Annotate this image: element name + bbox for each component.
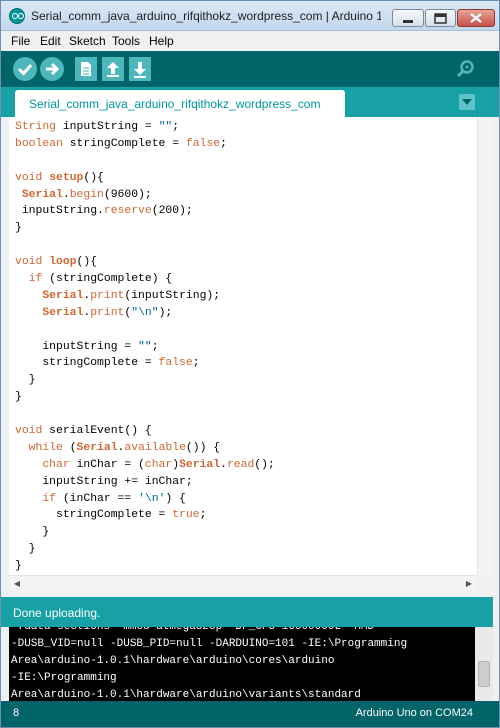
console-text: -fdata-sections -mmcu=atmega328p -DF_CPU…	[11, 627, 407, 701]
tab-bar: Serial_comm_java_arduino_rifqithokz_word…	[1, 87, 499, 117]
code-line: inputString.reserve(200);	[15, 205, 193, 218]
status-message: Done uploading.	[13, 606, 101, 620]
code-line: stringComplete = false;	[15, 357, 200, 370]
upload-button[interactable]	[40, 57, 64, 81]
upload-icon	[46, 62, 60, 76]
code-line: ​	[15, 322, 275, 339]
status-bar: Done uploading.	[1, 597, 493, 627]
code-line: ​	[15, 153, 275, 170]
title-bar: Serial_comm_java_arduino_rifqithokz_word…	[1, 1, 499, 31]
line-number: 8	[13, 707, 20, 719]
code-line: inputString += inChar;	[15, 475, 193, 488]
minimize-icon	[403, 20, 413, 23]
scroll-corner	[477, 575, 493, 591]
serial-monitor-button[interactable]	[455, 57, 477, 79]
code-line: String inputString = "";	[15, 121, 180, 133]
verify-button[interactable]	[13, 57, 37, 81]
code-line: inputString = "";	[15, 340, 159, 353]
code-line: ​	[15, 406, 275, 423]
console-output[interactable]: -fdata-sections -mmcu=atmega328p -DF_CPU…	[9, 627, 475, 701]
code-line: }	[15, 374, 36, 387]
toolbar	[1, 51, 499, 87]
code-line: }	[15, 391, 22, 404]
code-line: Serial.begin(9600);	[21, 188, 152, 201]
code-line: }	[15, 560, 22, 573]
code-line: boolean stringComplete = false;	[15, 137, 227, 150]
console-line: -DUSB_VID=null -DUSB_PID=null -DARDUINO=…	[11, 638, 408, 650]
code-line: void serialEvent() {	[15, 425, 152, 438]
code-line: while (Serial.available()) {	[28, 441, 221, 454]
code-line: Serial.print("\n");	[42, 306, 173, 319]
open-icon	[107, 62, 119, 77]
maximize-button[interactable]	[425, 9, 456, 27]
tab-label: Serial_comm_java_arduino_rifqithokz_word…	[29, 97, 321, 111]
maximize-icon	[434, 13, 447, 24]
serial-monitor-icon	[456, 60, 474, 78]
tab-menu-button[interactable]	[459, 94, 475, 110]
menu-sketch[interactable]: Sketch	[69, 34, 106, 48]
scroll-right-arrow-icon[interactable]: ▶	[461, 576, 477, 592]
save-button[interactable]	[129, 57, 151, 81]
minimize-button[interactable]	[392, 9, 424, 27]
save-icon	[134, 62, 146, 78]
window-title: Serial_comm_java_arduino_rifqithokz_word…	[31, 9, 381, 23]
open-button[interactable]	[102, 57, 124, 81]
tab-sketch[interactable]: Serial_comm_java_arduino_rifqithokz_word…	[15, 90, 345, 117]
console-line: Area\arduino-1.0.1\hardware\arduino\core…	[11, 655, 335, 667]
code-line: if (inChar == '\n') {	[42, 492, 186, 505]
console-line: -fdata-sections -mmcu=atmega328p -DF_CPU…	[11, 627, 375, 633]
arduino-logo-icon	[9, 8, 25, 24]
footer-bar: 8 Arduino Uno on COM24	[1, 701, 499, 727]
code-editor[interactable]: String inputString = ""; boolean stringCo…	[9, 117, 477, 575]
code-line: void setup(){	[15, 171, 104, 184]
editor-vertical-scrollbar[interactable]	[477, 117, 493, 575]
menu-tools[interactable]: Tools	[112, 34, 140, 48]
menu-edit[interactable]: Edit	[40, 34, 61, 48]
code-line: Serial.print(inputString);	[42, 289, 221, 302]
code-line: stringComplete = true;	[15, 509, 207, 522]
code-line: if (stringComplete) {	[28, 273, 173, 286]
arduino-ide-window: Serial_comm_java_arduino_rifqithokz_word…	[0, 0, 500, 728]
verify-icon	[17, 64, 33, 76]
editor-horizontal-scrollbar[interactable]: ◀ ▶	[9, 575, 477, 591]
console-line: -IE:\Programming	[11, 672, 117, 684]
new-icon	[81, 62, 91, 76]
code-line: void loop(){	[15, 256, 98, 269]
tab-menu-arrow-icon	[462, 99, 472, 105]
menu-help[interactable]: Help	[149, 34, 174, 48]
code-line: }	[15, 543, 36, 556]
code-text: String inputString = ""; boolean stringCo…	[15, 119, 275, 575]
code-line: }	[15, 526, 50, 539]
board-port-label: Arduino Uno on COM24	[355, 707, 473, 719]
code-line: char inChar = (char)Serial.read();	[42, 458, 275, 471]
close-button[interactable]	[457, 9, 495, 27]
scroll-left-arrow-icon[interactable]: ◀	[9, 576, 25, 592]
console-line: Area\arduino-1.0.1\hardware\arduino\vari…	[11, 689, 361, 701]
code-line: }	[15, 222, 22, 235]
menu-bar: File Edit Sketch Tools Help	[1, 31, 499, 51]
console-scroll-thumb[interactable]	[478, 661, 490, 687]
menu-file[interactable]: File	[11, 34, 30, 48]
new-button[interactable]	[75, 57, 97, 81]
console-scrollbar[interactable]	[475, 627, 493, 701]
close-icon	[470, 13, 482, 23]
code-line: ​	[15, 237, 275, 254]
